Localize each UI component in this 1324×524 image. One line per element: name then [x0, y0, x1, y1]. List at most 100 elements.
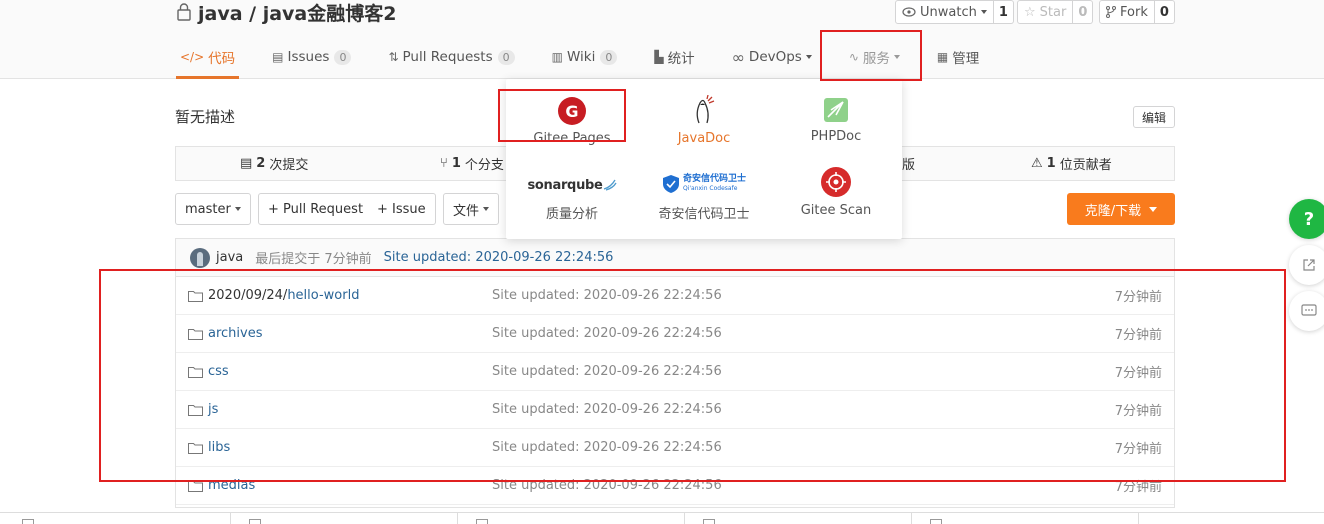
service-gitee-scan[interactable]: Gitee Scan	[770, 167, 902, 218]
commits-count: 2	[256, 156, 266, 171]
watch-count[interactable]: 1	[993, 0, 1014, 24]
tab-code-label: 代码	[208, 51, 236, 67]
unwatch-label: Unwatch	[920, 4, 977, 20]
new-issue-button[interactable]: + Issue	[368, 193, 436, 225]
qianxin-logo-text: 奇安信代码卫士	[682, 174, 746, 184]
settings-doc-icon: ▦	[936, 50, 949, 64]
tab-manage[interactable]: ▦ 管理	[933, 38, 983, 76]
releases-label: 版	[902, 158, 916, 173]
tab-wiki-badge: 0	[600, 49, 618, 65]
bottom-item-icon	[22, 519, 34, 524]
contributors-icon: ⚠	[1031, 156, 1043, 171]
bottom-item-icon	[476, 519, 488, 524]
fork-button[interactable]: Fork	[1099, 0, 1155, 24]
bottom-item-icon	[930, 519, 942, 524]
contributors-stat[interactable]: ⚠ 1 位贡献者	[1031, 147, 1112, 180]
service-quality-analysis[interactable]: sonarqube 质量分析	[506, 173, 638, 222]
service-quality-analysis-label: 质量分析	[545, 207, 598, 222]
javadoc-icon	[696, 95, 715, 124]
eye-icon	[902, 7, 916, 17]
tab-devops[interactable]: ∞ DevOps	[728, 38, 816, 76]
commit-info: 最后提交于 7分钟前	[255, 252, 372, 267]
chart-icon: ▙	[654, 50, 664, 64]
repo-title-text[interactable]: java / java金融博客2	[198, 0, 396, 26]
sonarqube-logo-text: sonarqube	[527, 177, 603, 193]
tab-wiki[interactable]: ▥ Wiki 0	[548, 38, 622, 76]
repo-description: 暂无描述	[175, 108, 236, 126]
lock-icon	[177, 3, 191, 21]
file-menu-label: 文件	[453, 203, 480, 219]
tab-issues-badge: 0	[334, 49, 352, 65]
share-icon	[1303, 259, 1315, 271]
fork-icon	[1106, 6, 1116, 18]
chevron-down-icon	[805, 55, 812, 59]
branch-icon: ⑂	[440, 156, 448, 171]
star-label: Star	[1039, 4, 1067, 20]
tab-issues-label: Issues	[287, 49, 330, 65]
tab-pull-requests-badge: 0	[497, 49, 515, 65]
branch-select[interactable]: master	[175, 193, 251, 225]
bottom-divider	[684, 513, 685, 524]
branches-stat[interactable]: ⑂ 1 个分支	[440, 147, 504, 180]
tab-pull-requests[interactable]: ⇅ Pull Requests 0	[384, 38, 518, 76]
issues-icon: ▤	[272, 50, 284, 64]
tab-code[interactable]: </> 代码	[176, 38, 240, 79]
comment-icon	[1301, 304, 1317, 316]
clone-download-button[interactable]: 克隆/下载	[1067, 193, 1175, 225]
annotation-box-services-tab	[820, 30, 922, 81]
annotation-box-file-list	[99, 269, 1286, 482]
branches-label: 个分支	[464, 158, 504, 173]
annotation-box-gitee-pages	[498, 89, 626, 142]
pull-request-icon: ⇅	[388, 50, 399, 64]
bottom-bar	[0, 512, 1324, 524]
commit-author[interactable]: java	[216, 250, 243, 265]
chevron-down-icon	[483, 207, 490, 211]
bottom-divider	[911, 513, 912, 524]
service-gitee-scan-label: Gitee Scan	[800, 203, 872, 218]
edit-description-button[interactable]: 编辑	[1133, 106, 1175, 128]
help-button[interactable]: ?	[1289, 199, 1324, 239]
new-pull-request-button[interactable]: + Pull Request	[258, 193, 374, 225]
watch-group[interactable]: Unwatch 1	[895, 0, 1014, 24]
tab-manage-label: 管理	[952, 51, 980, 67]
fork-label: Fork	[1120, 4, 1148, 20]
branches-count: 1	[451, 156, 461, 171]
service-qianxin-label: 奇安信代码卫士	[658, 207, 750, 222]
star-icon: ☆	[1024, 4, 1036, 20]
qianxin-logo-subtext: Qi'anxin Codesafe	[682, 185, 738, 192]
unwatch-button[interactable]: Unwatch	[895, 0, 994, 24]
share-button[interactable]	[1289, 245, 1324, 285]
bottom-divider	[1138, 513, 1139, 524]
tab-stats[interactable]: ▙ 统计	[650, 38, 698, 76]
fork-group[interactable]: Fork 0	[1099, 0, 1175, 24]
gitee-scan-icon	[821, 167, 851, 197]
star-count[interactable]: 0	[1073, 0, 1094, 24]
bottom-item-icon	[703, 519, 715, 524]
commit-message[interactable]: Site updated: 2020-09-26 22:24:56	[384, 250, 614, 265]
clone-download-label: 克隆/下载	[1084, 203, 1142, 219]
service-javadoc[interactable]: JavaDoc	[638, 95, 770, 146]
sonarqube-icon: sonarqube	[527, 173, 617, 197]
tab-devops-label: DevOps	[748, 49, 802, 65]
chevron-down-icon	[234, 207, 241, 211]
tab-issues[interactable]: ▤ Issues 0	[268, 38, 355, 76]
contributors-label: 位贡献者	[1059, 158, 1112, 173]
file-menu-button[interactable]: 文件	[443, 193, 500, 225]
tab-pull-requests-label: Pull Requests	[402, 49, 493, 65]
branch-select-label: master	[185, 201, 231, 217]
commit-icon: ▤	[240, 156, 253, 171]
commits-stat[interactable]: ▤ 2 次提交	[240, 147, 308, 180]
service-qianxin[interactable]: 奇安信代码卫士 Qi'anxin Codesafe 奇安信代码卫士	[638, 171, 770, 222]
chevron-down-icon	[980, 10, 987, 14]
service-phpdoc[interactable]: PHPDoc	[770, 97, 902, 144]
star-group[interactable]: ☆ Star 0	[1017, 0, 1094, 24]
releases-stat[interactable]: 版	[902, 147, 915, 180]
star-button[interactable]: ☆ Star	[1017, 0, 1074, 24]
wiki-icon: ▥	[551, 50, 563, 64]
phpdoc-icon	[824, 98, 848, 122]
avatar[interactable]	[190, 247, 210, 268]
tab-stats-label: 统计	[667, 51, 695, 67]
comment-button[interactable]	[1289, 291, 1324, 331]
fork-count[interactable]: 0	[1154, 0, 1175, 24]
service-phpdoc-label: PHPDoc	[810, 129, 862, 144]
